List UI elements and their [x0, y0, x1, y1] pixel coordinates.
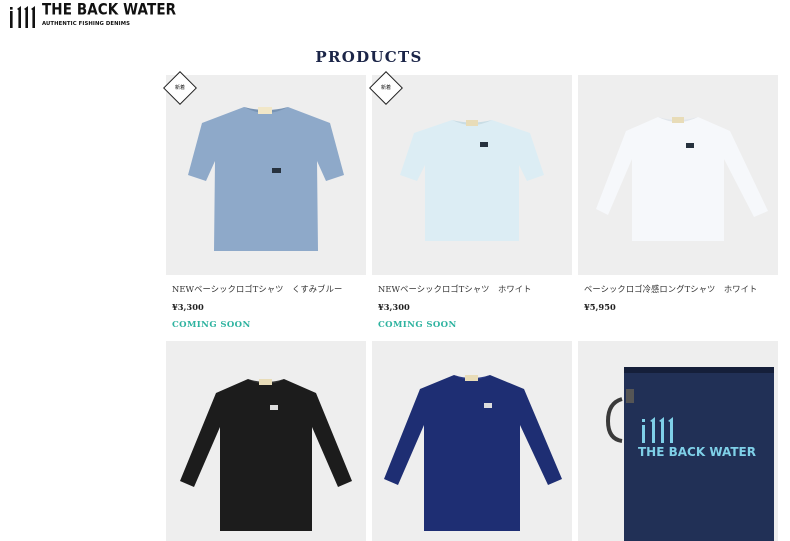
product-price: ¥3,300 [172, 302, 204, 312]
status-coming-soon: COMING SOON [172, 320, 251, 330]
product-card[interactable]: THE BACK WATER [578, 341, 778, 541]
brand-mark-icon [10, 6, 35, 28]
pouch-print-text: THE BACK WATER [638, 445, 756, 459]
product-image-navy-long-sleeve[interactable] [372, 341, 572, 541]
long-sleeve-shirt-icon [596, 117, 768, 241]
brand-subtitle: AUTHENTIC FISHING DENIMS [42, 20, 130, 27]
pouch-icon [605, 367, 774, 541]
product-card[interactable]: ベーシックロゴ冷感ロングTシャツ ホワイト ¥5,950 [578, 75, 778, 312]
product-card[interactable]: 新着 NEWベーシックロゴTシャツ ホワイト ¥3,300 COMING SOO… [369, 71, 572, 330]
product-card[interactable]: 新着 NEWベーシックロゴTシャツ くすみブルー ¥3,300 COMING S… [163, 71, 366, 330]
product-image-white-long-sleeve[interactable] [578, 75, 778, 275]
product-card[interactable] [166, 341, 366, 541]
product-price: ¥3,300 [378, 302, 410, 312]
status-coming-soon: COMING SOON [378, 320, 457, 330]
product-name[interactable]: NEWベーシックロゴTシャツ くすみブルー [172, 283, 366, 295]
product-price: ¥5,950 [584, 302, 616, 312]
long-sleeve-shirt-icon [384, 375, 562, 531]
product-image-black-long-sleeve[interactable] [166, 341, 366, 541]
product-name[interactable]: ベーシックロゴ冷感ロングTシャツ ホワイト [584, 283, 778, 295]
brand-title: THE BACK WATER [42, 0, 177, 20]
new-badge: 新着 [155, 63, 203, 111]
long-sleeve-shirt-icon [180, 379, 352, 531]
new-badge: 新着 [361, 63, 409, 111]
brand-logo[interactable]: THE BACK WATER AUTHENTIC FISHING DENIMS [9, 0, 177, 29]
product-image-denim-pouch[interactable]: THE BACK WATER [578, 341, 778, 541]
product-name[interactable]: NEWベーシックロゴTシャツ ホワイト [378, 283, 572, 295]
product-card[interactable] [372, 341, 572, 541]
